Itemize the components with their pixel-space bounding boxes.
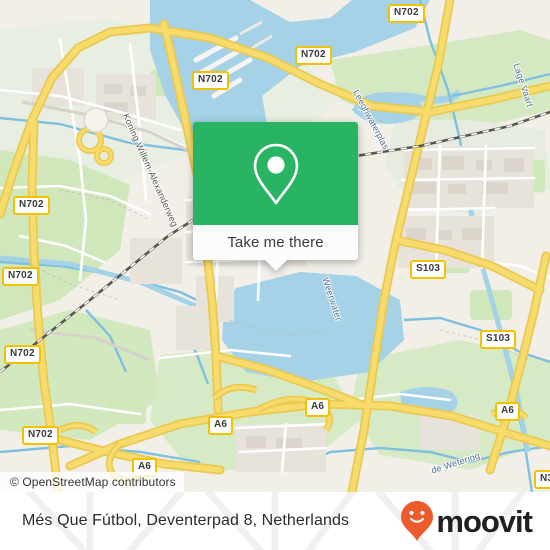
osm-attribution[interactable]: © OpenStreetMap contributors [0,472,184,492]
road-shield-n3: N3 [534,470,550,489]
moovit-smiley-pin-icon [401,501,434,541]
moovit-brand[interactable]: moovit [400,500,533,542]
location-popup-card[interactable]: Take me there [193,122,358,271]
popup-action-area[interactable]: Take me there [193,225,358,271]
map-canvas[interactable]: Koning Willem-Alexanderweg Leeghwaterpla… [0,0,550,492]
road-shield-s103: S103 [480,330,517,349]
road-shield-n702: N702 [192,71,229,90]
road-shield-n702: N702 [295,46,332,65]
road-shield-n702: N702 [22,426,59,445]
popup-tail-pointer [264,260,287,271]
road-shield-a6: A6 [495,402,521,421]
road-shield-n702: N702 [2,267,39,286]
road-shield-s103: S103 [410,260,447,279]
footer-bar: Més Que Fútbol, Deventerpad 8, Netherlan… [0,492,550,550]
place-address-text: Més Que Fútbol, Deventerpad 8, Netherlan… [22,512,350,529]
road-shield-n702: N702 [4,345,41,364]
moovit-map-screenshot: Koning Willem-Alexanderweg Leeghwaterpla… [0,0,550,550]
moovit-wordmark: moovit [436,503,533,539]
road-shield-a6: A6 [305,398,331,417]
road-shield-n702: N702 [388,4,425,23]
map-pin-icon [253,143,298,204]
take-me-there-button[interactable]: Take me there [227,234,323,251]
road-shield-n702: N702 [13,196,50,215]
popup-pin-area [193,122,358,225]
road-shield-a6: A6 [208,416,234,435]
